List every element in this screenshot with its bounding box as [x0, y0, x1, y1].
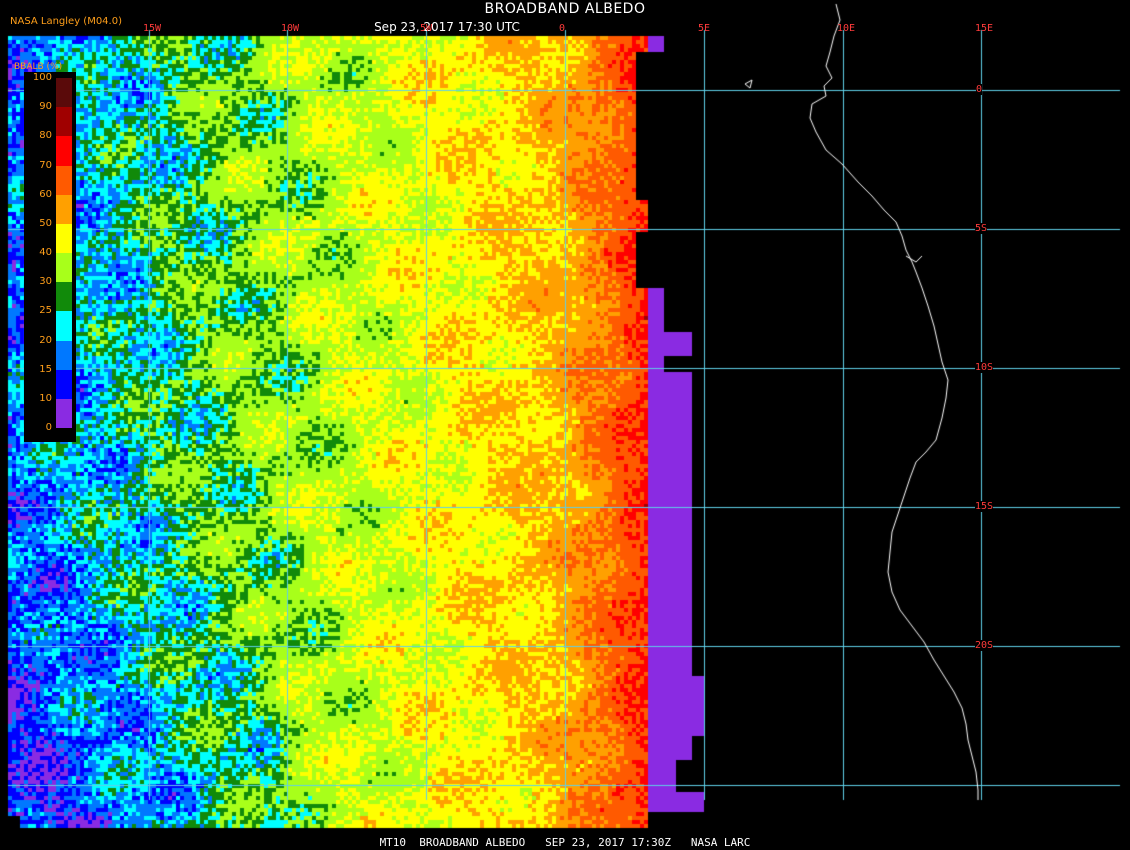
legend-swatch: [56, 253, 72, 283]
legend-swatch: [56, 311, 72, 341]
legend-tick-label: 40: [39, 247, 52, 258]
legend-tick-label: 90: [39, 101, 52, 113]
longitude-label: 10E: [837, 23, 856, 34]
legend-swatch: [56, 194, 72, 225]
latitude-label: 15S: [975, 501, 994, 512]
longitude-label: 5W: [420, 23, 433, 34]
legend-swatch: [56, 282, 72, 312]
legend-color-bar: [56, 78, 72, 429]
legend-tick-label: 25: [39, 305, 52, 317]
latitude-label: 5S: [975, 223, 988, 234]
legend-tick-label: 80: [39, 130, 52, 142]
latitude-label: 20S: [975, 640, 994, 651]
longitude-label: 5E: [698, 23, 711, 34]
legend-swatch: [56, 78, 72, 108]
latitude-label: 0: [976, 84, 983, 95]
footer-caption: MT10 BROADBAND ALBEDO SEP 23, 2017 17:30…: [379, 836, 751, 849]
legend-swatch: [56, 398, 72, 429]
color-legend: 100 90 80 70 60 50 40 30 25 20 15 10 0: [24, 72, 76, 442]
longitude-label: 15W: [143, 23, 162, 34]
legend-tick-label: 70: [39, 159, 52, 171]
legend-tick-label: 15: [39, 363, 52, 375]
legend-tick-label: 60: [39, 188, 52, 200]
albedo-map-canvas: [0, 0, 1130, 850]
longitude-label: 0: [559, 23, 566, 34]
legend-tick-label: 10: [39, 392, 52, 404]
legend-swatch: [56, 369, 72, 400]
map-subtitle-timestamp: Sep 23, 2017 17:30 UTC: [374, 20, 520, 34]
legend-tick-label: 100: [32, 72, 52, 83]
legend-swatch: [56, 136, 72, 166]
longitude-label: 10W: [281, 23, 300, 34]
legend-tick-label: 0: [45, 422, 52, 433]
legend-swatch: [56, 340, 72, 371]
legend-swatch: [56, 223, 72, 254]
legend-tick-label: 30: [39, 276, 52, 288]
legend-swatch: [56, 165, 72, 196]
legend-tick-label: 50: [39, 217, 52, 229]
longitude-label: 15E: [975, 23, 994, 34]
legend-tick-label: 20: [39, 334, 52, 346]
legend-swatch: [56, 107, 72, 137]
map-title: BROADBAND ALBEDO: [484, 1, 646, 17]
legend-title: BBALB (%): [14, 62, 63, 72]
latitude-label: 10S: [975, 362, 994, 373]
credit-label: NASA Langley (M04.0): [10, 16, 122, 27]
